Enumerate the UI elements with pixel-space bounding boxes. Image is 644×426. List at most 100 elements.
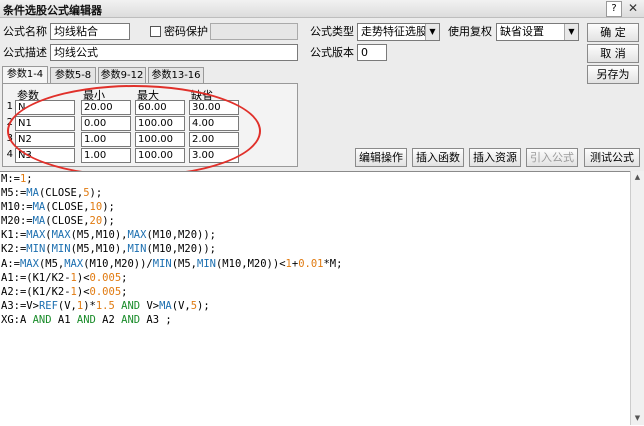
scroll-up-icon[interactable]: ▲ (631, 171, 644, 184)
formula-code-editor[interactable]: M:=1; M5:=MA(CLOSE,5); M10:=MA(CLOSE,10); M… (0, 171, 631, 426)
chevron-down-icon[interactable]: ▼ (564, 24, 578, 40)
code-text-token: (CLOSE, (45, 215, 90, 228)
password-label: 密码保护 (164, 25, 208, 38)
code-function-token: MA (32, 201, 46, 214)
code-function-token: MIN (127, 243, 147, 256)
code-line[interactable]: A3:=V>REF(V,1)*1.5 AND V>MA(V,5); (0, 299, 631, 313)
code-text-token: K2:= (1, 243, 27, 256)
tab-params-1-4[interactable]: 参数1-4 (2, 66, 48, 83)
code-line[interactable]: A:=MAX(M5,MAX(M10,M20))/MIN(M5,MIN(M10,M… (0, 257, 631, 271)
code-text-token: A3 ; (140, 313, 172, 326)
reinstate-value: 缺省设置 (500, 25, 544, 38)
reinstate-select[interactable]: 缺省设置 ▼ (496, 23, 579, 41)
code-text-token: (CLOSE, (45, 201, 90, 214)
code-function-token: MAX (26, 229, 46, 242)
formula-desc-input[interactable]: 均线公式 (50, 44, 298, 61)
code-text-token: ; (26, 173, 33, 185)
code-text-token: )< (76, 271, 90, 284)
code-text-token: (V, (171, 299, 191, 312)
code-line[interactable]: K1:=MAX(MAX(M5,M10),MAX(M10,M20)); (0, 228, 631, 242)
code-text-token: (M5, (38, 257, 65, 270)
save-as-button[interactable]: 另存为 (587, 65, 639, 84)
code-number-token: 20 (89, 215, 103, 228)
code-function-token: MIN (26, 243, 46, 256)
code-text-token: ); (89, 187, 103, 200)
insert-function-button[interactable]: 插入函数 (412, 148, 464, 167)
code-function-token: MAX (127, 229, 147, 242)
formula-type-select[interactable]: 走势特征选股 ▼ (357, 23, 440, 41)
formula-name-label: 公式名称 (3, 25, 47, 38)
code-line[interactable]: A2:=(K1/K2-1)<0.005; (0, 285, 631, 299)
formula-version-label: 公式版本 (310, 46, 354, 59)
chevron-down-icon[interactable]: ▼ (425, 24, 439, 40)
code-logic-token: AND (121, 299, 141, 312)
code-text-token: *M; (323, 257, 343, 270)
code-number-token: 0.01 (298, 257, 324, 270)
code-function-token: MIN (197, 257, 216, 270)
code-function-token: MA (159, 299, 172, 312)
code-text-token: (M10,M20)); (146, 229, 216, 242)
code-line[interactable]: M20:=MA(CLOSE,20); (0, 214, 631, 228)
code-logic-token: AND (76, 313, 96, 326)
code-line[interactable]: XG:A AND A1 AND A2 AND A3 ; (0, 313, 631, 327)
code-text-token: (M5,M10), (70, 243, 128, 256)
code-text-token: )< (76, 285, 90, 298)
cancel-button[interactable]: 取 消 (587, 44, 639, 63)
code-text-token: (M5,M10), (70, 229, 128, 242)
code-text-token: A1 (51, 313, 77, 326)
code-function-token: MAX (19, 257, 39, 270)
tab-params-5-8[interactable]: 参数5-8 (50, 67, 96, 83)
password-input[interactable] (210, 23, 298, 40)
editor-scrollbar[interactable]: ▲ ▼ (630, 171, 644, 425)
code-line[interactable]: K2:=MIN(MIN(M5,M10),MIN(M10,M20)); (0, 242, 631, 256)
code-text-token: A3:=V> (1, 299, 39, 312)
code-text-token: A:= (1, 257, 20, 270)
code-text-token: )* (83, 299, 96, 312)
code-line[interactable]: M10:=MA(CLOSE,10); (0, 200, 631, 214)
code-text-token: ); (102, 201, 115, 214)
code-function-token: REF (38, 299, 58, 312)
edit-operations-button[interactable]: 编辑操作 (355, 148, 407, 167)
code-number-token: 1.5 (95, 299, 115, 312)
code-text-token: (M5, (171, 257, 198, 270)
code-text-token: ; (121, 271, 128, 284)
code-function-token: MA (32, 215, 46, 228)
formula-type-label: 公式类型 (310, 25, 354, 38)
code-function-token: MIN (152, 257, 172, 270)
formula-name-input[interactable]: 均线粘合 (50, 23, 130, 40)
formula-type-value: 走势特征选股 (361, 25, 427, 38)
close-icon[interactable]: ✕ (626, 1, 640, 15)
code-text-token: (V, (57, 299, 77, 312)
password-checkbox[interactable] (150, 26, 161, 37)
code-text-token: (M10,M20))< (215, 257, 286, 270)
code-text-token: M20:= (1, 215, 33, 228)
tab-params-13-16[interactable]: 参数13-16 (148, 67, 204, 83)
code-text-token: ); (197, 299, 210, 312)
code-text-token: ; (121, 285, 128, 298)
reinstate-label: 使用复权 (448, 25, 492, 38)
scroll-down-icon[interactable]: ▼ (631, 412, 644, 425)
insert-resource-button[interactable]: 插入资源 (469, 148, 521, 167)
code-number-token: 0.005 (89, 285, 122, 298)
code-line[interactable]: M5:=MA(CLOSE,5); (0, 186, 631, 200)
code-logic-token: AND (121, 313, 141, 326)
code-text-token: (CLOSE, (38, 187, 84, 200)
highlight-annotation (7, 85, 261, 177)
code-function-token: MAX (64, 257, 84, 270)
code-number-token: 10 (89, 201, 103, 214)
code-text-token: M5:= (1, 187, 27, 200)
formula-version-input[interactable]: 0 (357, 44, 387, 61)
test-formula-button[interactable]: 测试公式 (584, 148, 640, 167)
code-text-token: M10:= (1, 201, 33, 214)
row-number: 4 (6, 149, 13, 160)
code-text-token: A1:=(K1/K2- (1, 271, 71, 284)
import-formula-button[interactable]: 引入公式 (526, 148, 578, 167)
confirm-button[interactable]: 确 定 (587, 23, 639, 42)
code-line[interactable]: A1:=(K1/K2-1)<0.005; (0, 271, 631, 285)
code-line[interactable]: M:=1; (0, 172, 631, 186)
tab-params-9-12[interactable]: 参数9-12 (98, 67, 146, 83)
code-text-token: A2:=(K1/K2- (1, 285, 71, 298)
code-text-token: XG:A (1, 313, 33, 326)
code-text-token: ); (102, 215, 115, 228)
help-icon[interactable]: ? (606, 1, 622, 17)
